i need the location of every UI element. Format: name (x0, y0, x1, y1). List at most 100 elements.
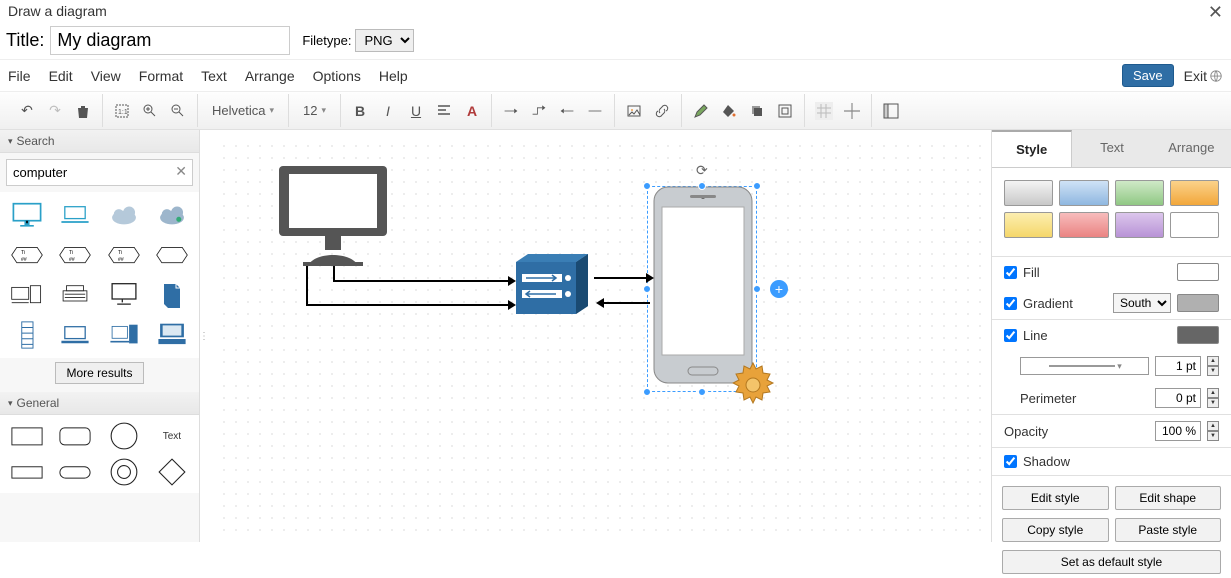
canvas[interactable]: ⟳ + (218, 140, 981, 532)
connector-4[interactable] (602, 302, 650, 304)
connector-3[interactable] (594, 277, 648, 279)
swatch-orange[interactable] (1170, 180, 1219, 206)
general-panel-header[interactable]: ▾General (0, 392, 199, 415)
menu-help[interactable]: Help (379, 68, 408, 84)
sel-handle-w[interactable] (643, 285, 651, 293)
canvas-shape-monitor[interactable] (273, 160, 393, 275)
set-default-style-button[interactable]: Set as default style (1002, 550, 1221, 574)
shape-workstation[interactable] (6, 278, 48, 312)
connector-1v[interactable] (306, 266, 308, 306)
opacity-spinner[interactable]: ▲▼ (1207, 421, 1219, 441)
sel-handle-sw[interactable] (643, 388, 651, 396)
swatch-purple[interactable] (1115, 212, 1164, 238)
zoom-out-icon[interactable] (169, 102, 187, 120)
sel-handle-n[interactable] (698, 182, 706, 190)
shape-desktop-blue[interactable] (103, 318, 145, 352)
shape-rect[interactable] (6, 421, 48, 451)
shape-printer[interactable] (54, 278, 96, 312)
gradient-direction-select[interactable]: South (1113, 293, 1171, 313)
menu-file[interactable]: File (8, 68, 31, 84)
fill-color-swatch[interactable] (1177, 263, 1219, 281)
menu-edit[interactable]: Edit (49, 68, 73, 84)
swatch-white[interactable] (1170, 212, 1219, 238)
shape-laptop-blue[interactable] (54, 318, 96, 352)
link-icon[interactable] (653, 102, 671, 120)
italic-icon[interactable]: I (379, 102, 397, 120)
shape-cloud-1[interactable] (103, 198, 145, 232)
conn-waypoint-icon[interactable] (530, 102, 548, 120)
shape-rack[interactable] (6, 318, 48, 352)
delete-icon[interactable] (74, 102, 92, 120)
conn-style-icon[interactable] (502, 102, 520, 120)
swatch-yellow[interactable] (1004, 212, 1053, 238)
canvas-shape-server[interactable] (508, 250, 596, 327)
edit-style-button[interactable]: Edit style (1002, 486, 1109, 510)
font-family-select[interactable]: Helvetica▾ (208, 101, 278, 120)
shape-diamond[interactable] (151, 457, 193, 487)
shape-rect-2[interactable] (6, 457, 48, 487)
shape-circle[interactable] (103, 421, 145, 451)
image-icon[interactable] (625, 102, 643, 120)
fill-checkbox[interactable] (1004, 266, 1017, 279)
shape-tower-blue[interactable] (151, 278, 193, 312)
gradient-checkbox[interactable] (1004, 297, 1017, 310)
line-checkbox[interactable] (1004, 329, 1017, 342)
line-icon[interactable] (586, 102, 604, 120)
shape-text[interactable]: Text (151, 421, 193, 451)
sel-handle-nw[interactable] (643, 182, 651, 190)
align-icon[interactable] (435, 102, 453, 120)
underline-icon[interactable]: U (407, 102, 425, 120)
layout-icon[interactable] (882, 102, 900, 120)
shape-donut[interactable] (103, 457, 145, 487)
left-splitter[interactable]: ⋮ (200, 130, 208, 542)
perimeter-spinner[interactable]: ▲▼ (1207, 388, 1219, 408)
line-width-input[interactable] (1155, 356, 1201, 376)
edit-shape-button[interactable]: Edit shape (1115, 486, 1222, 510)
sel-handle-e[interactable] (753, 285, 761, 293)
connector-1h[interactable] (306, 304, 510, 306)
sel-handle-s[interactable] (698, 388, 706, 396)
shadow-toggle-icon[interactable] (748, 102, 766, 120)
add-connection-icon[interactable]: + (770, 280, 788, 298)
font-color-icon[interactable]: A (463, 102, 481, 120)
connector-2h[interactable] (333, 280, 510, 282)
gradient-color-swatch[interactable] (1177, 294, 1219, 312)
save-button[interactable]: Save (1122, 64, 1174, 87)
filetype-select[interactable]: PNG (355, 29, 414, 52)
title-input[interactable] (50, 26, 290, 55)
shape-pc[interactable] (103, 278, 145, 312)
pencil-icon[interactable] (692, 102, 710, 120)
menu-options[interactable]: Options (313, 68, 361, 84)
redo-icon[interactable]: ↷ (46, 102, 64, 120)
paint-bucket-icon[interactable] (720, 102, 738, 120)
search-panel-header[interactable]: ▾Search (0, 130, 199, 153)
zoom-fit-icon[interactable]: 1:1 (113, 102, 131, 120)
tab-style[interactable]: Style (992, 130, 1072, 167)
search-input[interactable] (6, 159, 193, 186)
exit-button[interactable]: Exit (1184, 68, 1223, 84)
shape-oldpc-blue[interactable] (151, 318, 193, 352)
shape-hex-1[interactable]: Ti## (6, 238, 48, 272)
zoom-in-icon[interactable] (141, 102, 159, 120)
shape-roundrect[interactable] (54, 421, 96, 451)
sel-handle-ne[interactable] (753, 182, 761, 190)
tab-text[interactable]: Text (1072, 130, 1151, 167)
perimeter-input[interactable] (1155, 388, 1201, 408)
shape-laptop-teal[interactable] (54, 198, 96, 232)
undo-icon[interactable]: ↶ (18, 102, 36, 120)
shape-hex-3[interactable]: Ti## (103, 238, 145, 272)
close-icon[interactable]: ✕ (1208, 2, 1223, 23)
swatch-red[interactable] (1059, 212, 1108, 238)
tab-arrange[interactable]: Arrange (1152, 130, 1231, 167)
opacity-input[interactable] (1155, 421, 1201, 441)
arrow-end-icon[interactable] (558, 102, 576, 120)
shape-hex-4[interactable] (151, 238, 193, 272)
shape-monitor-teal[interactable] (6, 198, 48, 232)
grid-icon[interactable] (815, 102, 833, 120)
search-clear-icon[interactable]: ✕ (175, 163, 187, 180)
shape-hex-2[interactable]: Ti## (54, 238, 96, 272)
paste-style-button[interactable]: Paste style (1115, 518, 1222, 542)
copy-style-button[interactable]: Copy style (1002, 518, 1109, 542)
line-width-spinner[interactable]: ▲▼ (1207, 356, 1219, 376)
menu-format[interactable]: Format (139, 68, 183, 84)
